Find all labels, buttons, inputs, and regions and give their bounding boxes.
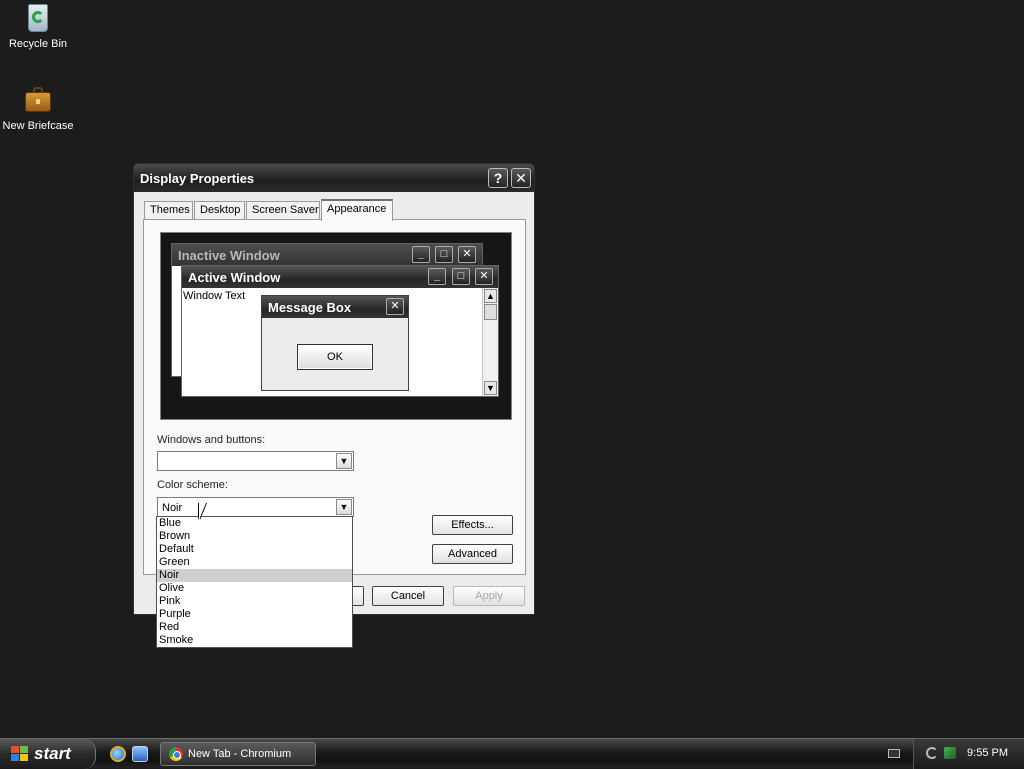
appearance-preview: Inactive Window _ □ ✕ Active Window _ □ … [160, 232, 512, 420]
dropdown-option-noir[interactable]: Noir [157, 569, 352, 582]
cancel-button[interactable]: Cancel [372, 586, 444, 606]
chevron-down-icon[interactable]: ▼ [336, 499, 352, 515]
windows-buttons-label: Windows and buttons: [157, 434, 266, 446]
maximize-icon: □ [435, 246, 453, 263]
dropdown-option-brown[interactable]: Brown [157, 530, 352, 543]
start-label: start [34, 744, 71, 763]
desktop: Recycle Bin New Briefcase Display Proper… [0, 0, 1024, 738]
safely-remove-hardware-icon[interactable] [944, 747, 956, 759]
dropdown-option-red[interactable]: Red [157, 621, 352, 634]
close-button[interactable]: ✕ [511, 168, 531, 188]
dropdown-option-default[interactable]: Default [157, 543, 352, 556]
maximize-icon: □ [452, 268, 470, 285]
scroll-down-icon: ▼ [484, 381, 497, 395]
desktop-icon-new-briefcase[interactable]: New Briefcase [0, 84, 78, 132]
advanced-button[interactable]: Advanced [432, 544, 513, 564]
color-scheme-select[interactable]: Noir ▼ [157, 497, 354, 517]
recycle-bin-icon [22, 2, 54, 34]
windows-logo-icon [11, 746, 29, 762]
desktop-icon-label: New Briefcase [2, 120, 74, 132]
scroll-up-icon: ▲ [484, 289, 497, 303]
close-icon: ✕ [475, 268, 493, 285]
dialog-title: Display Properties [140, 171, 255, 186]
preview-message-box: Message Box ✕ OK [261, 295, 409, 391]
tab-desktop[interactable]: Desktop [194, 201, 245, 220]
system-tray: 9:55 PM [913, 739, 1024, 769]
taskbar-item-label: New Tab - Chromium [188, 748, 292, 760]
dropdown-option-smoke[interactable]: Smoke [157, 634, 352, 647]
taskbar: start New Tab - Chromium 9:55 PM [0, 738, 1024, 769]
keyboard-icon[interactable] [888, 749, 900, 758]
windows-buttons-select[interactable]: ▼ [157, 451, 354, 471]
preview-message-box-title: Message Box [268, 300, 352, 315]
color-scheme-value: Noir [162, 502, 183, 514]
mouse-cursor-icon [199, 503, 206, 520]
taskbar-item-chromium[interactable]: New Tab - Chromium [160, 742, 316, 766]
apply-button[interactable]: Apply [453, 586, 525, 606]
color-scheme-dropdown-list: Blue Brown Default Green Noir Olive Pink… [156, 516, 353, 648]
preview-active-title: Active Window [188, 270, 281, 285]
network-icon[interactable] [926, 747, 938, 759]
dropdown-option-olive[interactable]: Olive [157, 582, 352, 595]
help-button[interactable]: ? [488, 168, 508, 188]
tab-appearance[interactable]: Appearance [321, 199, 393, 221]
tab-screen-saver[interactable]: Screen Saver [246, 201, 320, 220]
color-scheme-label: Color scheme: [157, 479, 228, 491]
show-desktop-icon[interactable] [132, 746, 148, 762]
close-icon: ✕ [458, 246, 476, 263]
dropdown-option-green[interactable]: Green [157, 556, 352, 569]
start-button[interactable]: start [0, 739, 96, 769]
clock: 9:55 PM [967, 747, 1008, 759]
close-icon: ✕ [386, 298, 404, 315]
dialog-title-bar[interactable]: Display Properties ? ✕ [134, 164, 534, 192]
internet-explorer-icon[interactable] [110, 746, 126, 762]
briefcase-icon [22, 84, 54, 116]
preview-window-text: Window Text [183, 290, 246, 302]
effects-button[interactable]: Effects... [432, 515, 513, 535]
desktop-icon-recycle-bin[interactable]: Recycle Bin [0, 2, 78, 50]
minimize-icon: _ [412, 246, 430, 263]
chevron-down-icon[interactable]: ▼ [336, 453, 352, 469]
preview-scrollbar: ▲ ▼ [482, 288, 498, 396]
tab-themes[interactable]: Themes [144, 201, 193, 220]
preview-inactive-title: Inactive Window [178, 248, 280, 263]
desktop-icon-label: Recycle Bin [8, 38, 68, 50]
preview-ok-button: OK [297, 344, 373, 370]
dropdown-option-purple[interactable]: Purple [157, 608, 352, 621]
minimize-icon: _ [428, 268, 446, 285]
chromium-icon [169, 747, 183, 761]
dropdown-option-blue[interactable]: Blue [157, 517, 352, 530]
dropdown-option-pink[interactable]: Pink [157, 595, 352, 608]
